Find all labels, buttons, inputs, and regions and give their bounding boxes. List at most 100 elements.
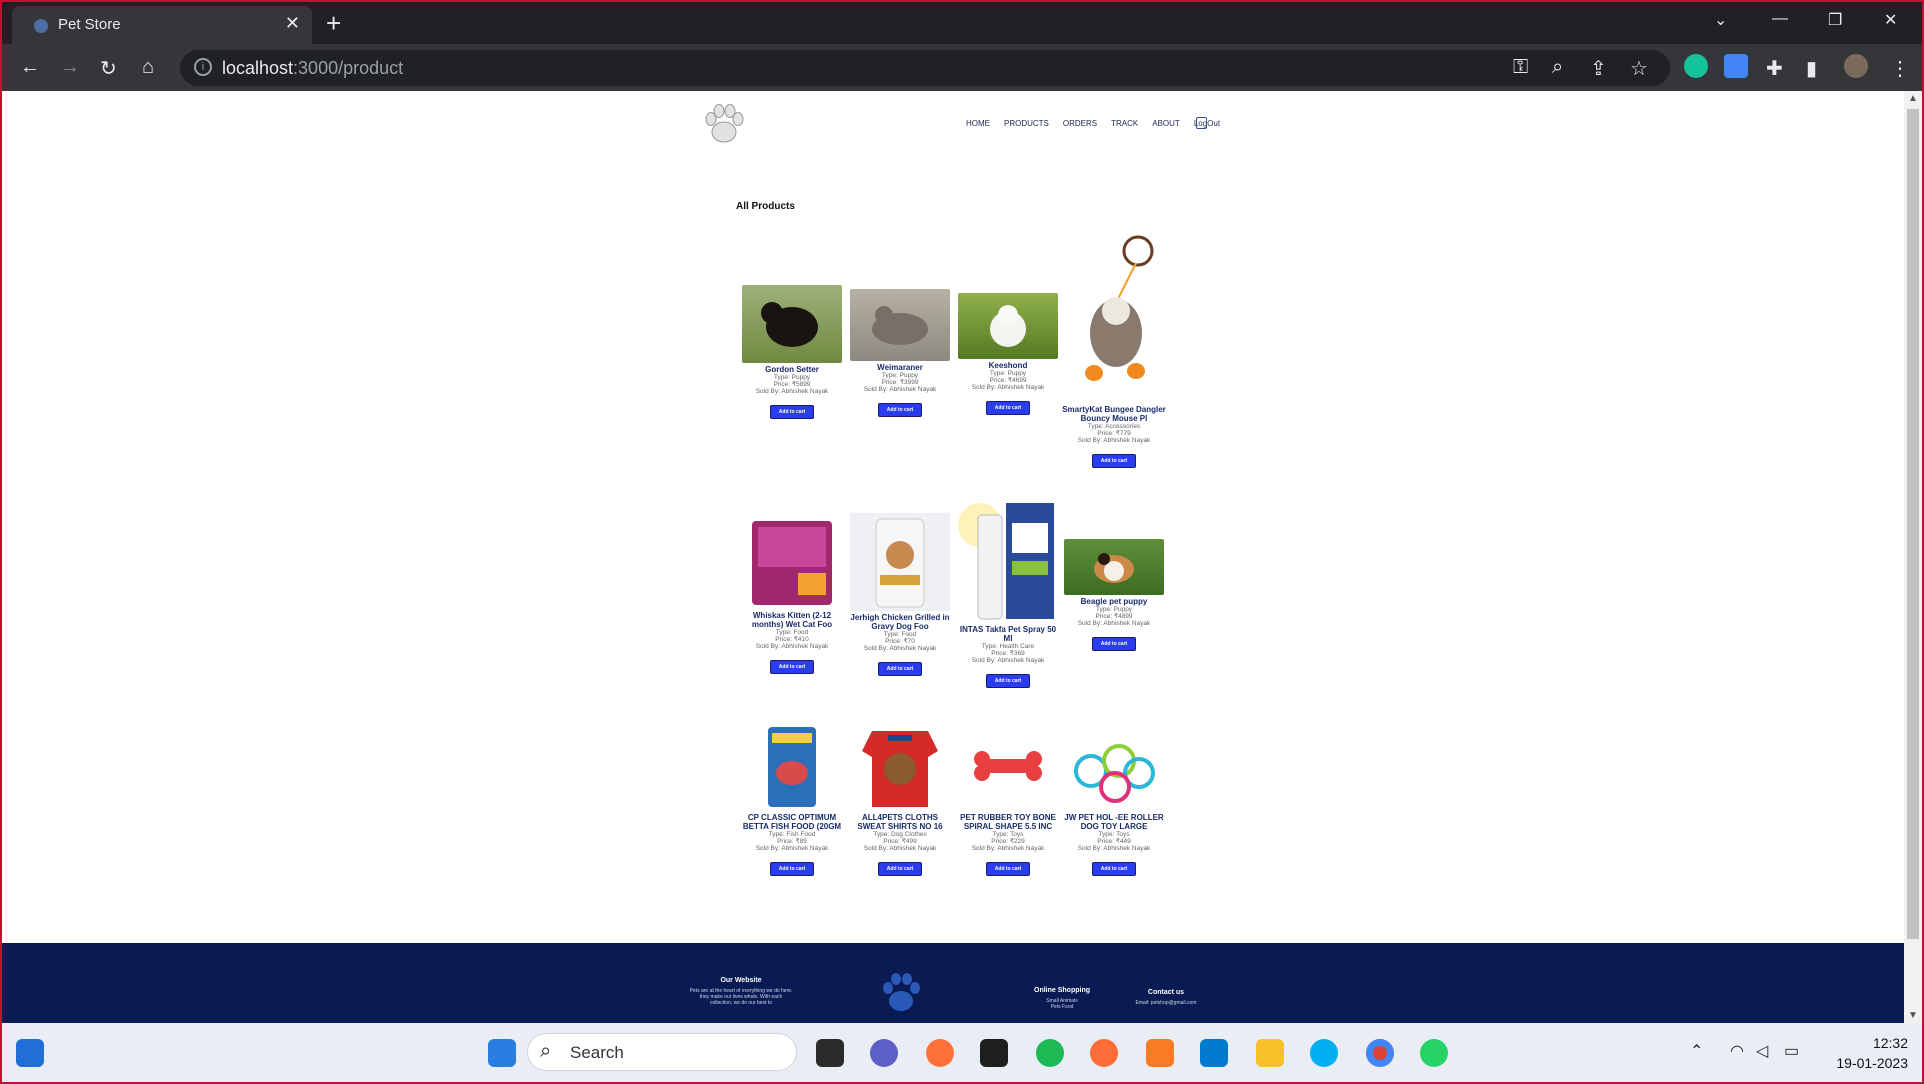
profile-avatar[interactable] [1844,54,1868,78]
footer-contact: Contact us Email: petshop@gmail.com [1124,989,1208,1006]
forward-icon[interactable]: → [60,56,80,79]
product-image[interactable] [858,721,942,811]
add-to-cart-button[interactable]: Add to cart [877,662,923,676]
product-price: Price: ₹410 [775,636,809,643]
product-image[interactable] [958,501,1058,623]
close-tab-icon[interactable]: ✕ [285,13,300,34]
footer-contact-email[interactable]: Email: petshop@gmail.com [1124,1000,1208,1006]
page-scrollbar[interactable]: ▲ ▼ [1904,91,1922,1023]
chrome-icon[interactable] [1366,1039,1394,1067]
widgets-icon[interactable] [16,1039,44,1067]
product-type: Type: Puppy [773,374,811,381]
nav-products[interactable]: PRODUCTS [1004,119,1049,128]
skype-icon[interactable] [1310,1039,1338,1067]
product-image[interactable] [1069,721,1159,811]
taskbar-search[interactable]: ⌕ Search [527,1033,797,1071]
footer-shopping-title: Online Shopping [1034,987,1090,994]
product-image[interactable] [958,293,1058,359]
postman-icon[interactable] [1090,1039,1118,1067]
add-to-cart-button[interactable]: Add to cart [877,403,923,417]
product-image[interactable] [748,513,836,609]
add-to-cart-button[interactable]: Add to cart [1091,637,1137,651]
product-name: Beagle pet puppy [1080,597,1148,606]
product-price: Price: ₹369 [991,650,1025,657]
product-card: Whiskas Kitten (2-12 months) Wet Cat Foo… [740,513,844,674]
firefox-icon[interactable] [926,1039,954,1067]
spotify-icon[interactable] [1036,1039,1064,1067]
product-image[interactable] [742,285,842,363]
tab-title: Pet Store [58,16,121,33]
back-icon[interactable]: ← [20,56,40,79]
side-panel-icon[interactable]: ▮ [1806,56,1817,81]
scroll-thumb[interactable] [1907,109,1919,939]
vscode-icon[interactable] [1200,1039,1228,1067]
nav-home[interactable]: HOME [966,119,990,128]
scroll-down-icon[interactable]: ▼ [1908,1010,1918,1021]
address-bar[interactable]: i localhost:3000/product ⚿ ⌕ ⇪ ☆ [180,50,1670,86]
product-card: Weimaraner Type: Puppy Price: ₹3999 Sold… [848,289,952,417]
minimize-icon[interactable]: — [1772,10,1788,28]
volume-icon[interactable]: ◁ [1756,1041,1768,1061]
show-hidden-icons-icon[interactable]: ⌃ [1690,1041,1703,1061]
terminal-icon[interactable] [980,1039,1008,1067]
product-price: Price: ₹499 [883,838,917,845]
zoom-icon[interactable]: ⌕ [1552,56,1563,79]
battery-icon[interactable]: ▭ [1784,1041,1799,1061]
nav-orders[interactable]: ORDERS [1063,119,1097,128]
add-to-cart-button[interactable]: Add to cart [769,405,815,419]
menu-kebab-icon[interactable]: ⋮ [1890,56,1910,81]
add-to-cart-button[interactable]: Add to cart [1091,862,1137,876]
new-tab-icon[interactable]: + [326,8,341,39]
browser-tab[interactable]: Pet Store ✕ [12,6,312,44]
add-to-cart-button[interactable]: Add to cart [985,862,1031,876]
product-seller: Sold By: Abhishek Nayak [971,657,1045,664]
reload-icon[interactable]: ↻ [100,56,117,81]
add-to-cart-button[interactable]: Add to cart [769,862,815,876]
product-price: Price: ₹779 [1097,430,1131,437]
product-name: PET RUBBER TOY BONE SPIRAL SHAPE 5.5 INC [960,813,1056,831]
grammarly-icon[interactable] [1684,54,1708,78]
product-name: Whiskas Kitten (2-12 months) Wet Cat Foo [751,611,833,629]
product-image[interactable] [1064,233,1164,403]
chat-icon[interactable] [870,1039,898,1067]
product-image[interactable] [850,289,950,361]
close-window-icon[interactable]: ✕ [1884,10,1897,30]
tab-search-icon[interactable]: ⌄ [1714,10,1727,30]
windows-taskbar: ⌕ Search ⌃ ◠ ◁ ▭ 12:32 19-01-2023 [2,1023,1922,1082]
key-icon[interactable]: ⚿ [1513,56,1528,79]
product-image[interactable] [762,721,822,811]
home-icon[interactable]: ⌂ [142,56,154,79]
product-seller: Sold By: Abhishek Nayak [1077,437,1151,444]
task-view-icon[interactable] [816,1039,844,1067]
product-name: CP CLASSIC OPTIMUM BETTA FISH FOOD (20GM [742,813,842,831]
wifi-icon[interactable]: ◠ [1730,1041,1744,1061]
bookmark-star-icon[interactable]: ☆ [1630,56,1648,81]
nav-track[interactable]: TRACK [1111,119,1138,128]
extensions-icon[interactable]: ✚ [1766,56,1783,81]
xampp-icon[interactable] [1146,1039,1174,1067]
product-card: Gordon Setter Type: Puppy Price: ₹5899 S… [740,285,844,419]
product-name: Gordon Setter [765,365,819,374]
add-to-cart-button[interactable]: Add to cart [1091,454,1137,468]
add-to-cart-button[interactable]: Add to cart [877,862,923,876]
product-name: ALL4PETS CLOTHS SWEAT SHIRTS NO 16 [857,813,943,831]
nav-about[interactable]: ABOUT [1152,119,1180,128]
site-info-icon[interactable]: i [194,58,212,76]
taskbar-clock[interactable]: 12:32 19-01-2023 [1836,1033,1908,1073]
scroll-up-icon[interactable]: ▲ [1908,93,1918,104]
translate-icon[interactable] [1724,54,1748,78]
footer-shopping-item[interactable]: Pets Food [1020,1004,1104,1010]
paw-logo-icon[interactable] [700,101,748,149]
cart-icon[interactable] [1196,117,1207,129]
product-image[interactable] [968,721,1048,811]
share-icon[interactable]: ⇪ [1590,56,1607,81]
start-icon[interactable] [488,1039,516,1067]
add-to-cart-button[interactable]: Add to cart [985,401,1031,415]
whatsapp-icon[interactable] [1420,1039,1448,1067]
add-to-cart-button[interactable]: Add to cart [985,674,1031,688]
add-to-cart-button[interactable]: Add to cart [769,660,815,674]
product-image[interactable] [850,513,950,611]
restore-icon[interactable]: ❐ [1828,10,1842,30]
product-image[interactable] [1064,539,1164,595]
file-explorer-icon[interactable] [1256,1039,1284,1067]
